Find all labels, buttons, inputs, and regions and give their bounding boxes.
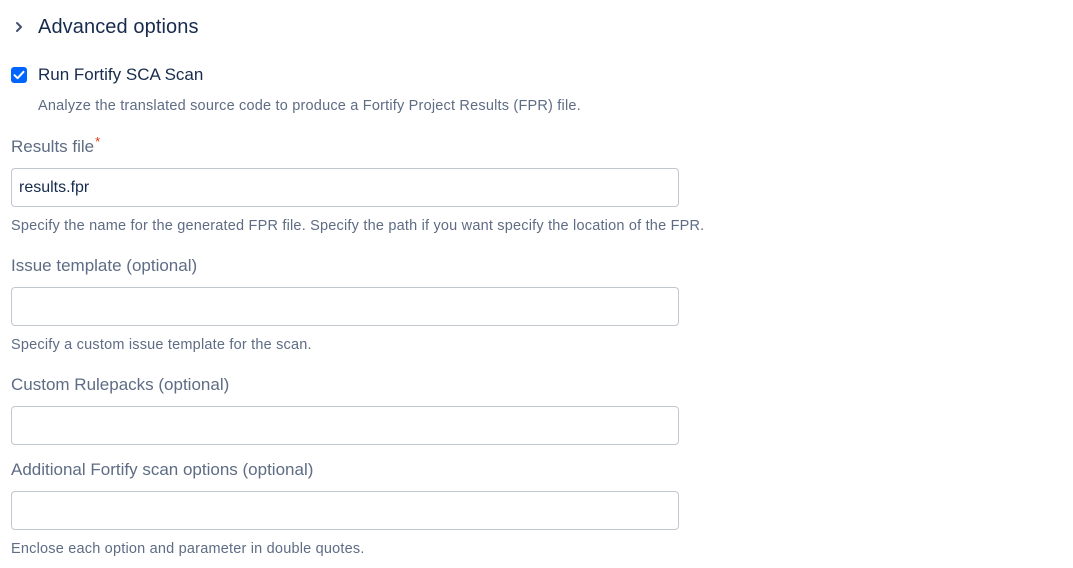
run-scan-description: Analyze the translated source code to pr… bbox=[38, 98, 581, 114]
results-file-help: Specify the name for the generated FPR f… bbox=[11, 218, 705, 234]
additional-options-help: Enclose each option and parameter in dou… bbox=[11, 541, 365, 557]
additional-options-input[interactable] bbox=[11, 491, 679, 530]
run-scan-checkbox[interactable] bbox=[11, 67, 27, 83]
custom-rulepacks-input[interactable] bbox=[11, 406, 679, 445]
advanced-options-panel: Advanced options Run Fortify SCA Scan An… bbox=[0, 0, 1073, 568]
results-file-label: Results file* bbox=[11, 134, 101, 157]
required-indicator: * bbox=[95, 134, 101, 149]
issue-template-label: Issue template (optional) bbox=[11, 256, 198, 275]
run-scan-label[interactable]: Run Fortify SCA Scan bbox=[38, 65, 203, 85]
checkmark-icon bbox=[13, 70, 25, 80]
results-file-label-text: Results file bbox=[11, 137, 95, 156]
advanced-options-toggle[interactable]: Advanced options bbox=[12, 11, 199, 43]
chevron-right-icon bbox=[12, 20, 26, 34]
additional-options-label: Additional Fortify scan options (optiona… bbox=[11, 460, 314, 479]
issue-template-help: Specify a custom issue template for the … bbox=[11, 337, 312, 353]
custom-rulepacks-label: Custom Rulepacks (optional) bbox=[11, 375, 230, 394]
run-scan-option: Run Fortify SCA Scan bbox=[11, 63, 203, 87]
section-title: Advanced options bbox=[38, 15, 199, 38]
issue-template-input[interactable] bbox=[11, 287, 679, 326]
results-file-input[interactable] bbox=[11, 168, 679, 207]
